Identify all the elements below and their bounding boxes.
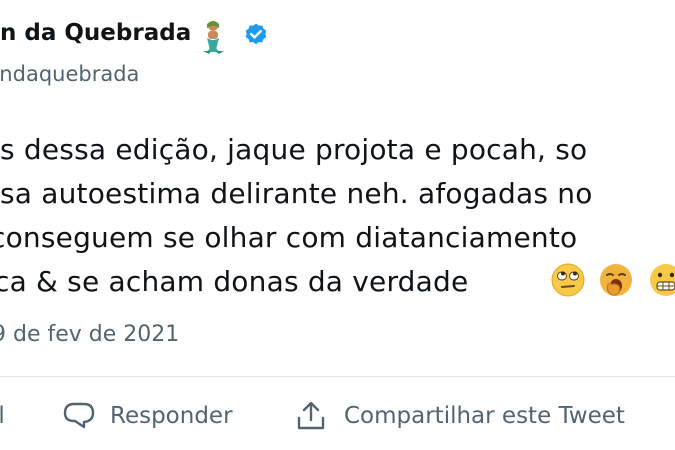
share-label: Compartilhar este Tweet (344, 403, 625, 429)
tweet-timestamp[interactable]: 9 de fev de 2021 (0, 322, 179, 347)
like-label: il (0, 403, 5, 429)
author-display-name[interactable]: n da Quebrada (0, 20, 191, 46)
verified-badge-icon (245, 23, 267, 45)
eye-roll-emoji-icon (551, 263, 585, 297)
share-icon (297, 401, 325, 430)
reply-label: Responder (110, 403, 233, 429)
divider (0, 376, 675, 377)
tweet-card: n da Quebrada nndaquebrada s dessa ediçã… (0, 0, 675, 450)
grimace-emoji-icon (650, 264, 675, 296)
tweet-text-line: s dessa edição, jaque projota e pocah, s… (0, 133, 588, 166)
reply-icon (63, 402, 95, 429)
tweet-text-line: conseguem se olhar com diatanciamento (0, 221, 578, 254)
reply-button[interactable]: Responder (62, 396, 233, 436)
mermaid-emoji-icon (203, 21, 224, 54)
author-handle[interactable]: nndaquebrada (0, 62, 139, 86)
yawning-emoji-icon (600, 264, 632, 296)
tweet-text-line: sa autoestima delirante neh. afogadas no (0, 177, 593, 210)
like-button[interactable]: il (0, 396, 5, 436)
share-button[interactable]: Compartilhar este Tweet (294, 396, 625, 436)
